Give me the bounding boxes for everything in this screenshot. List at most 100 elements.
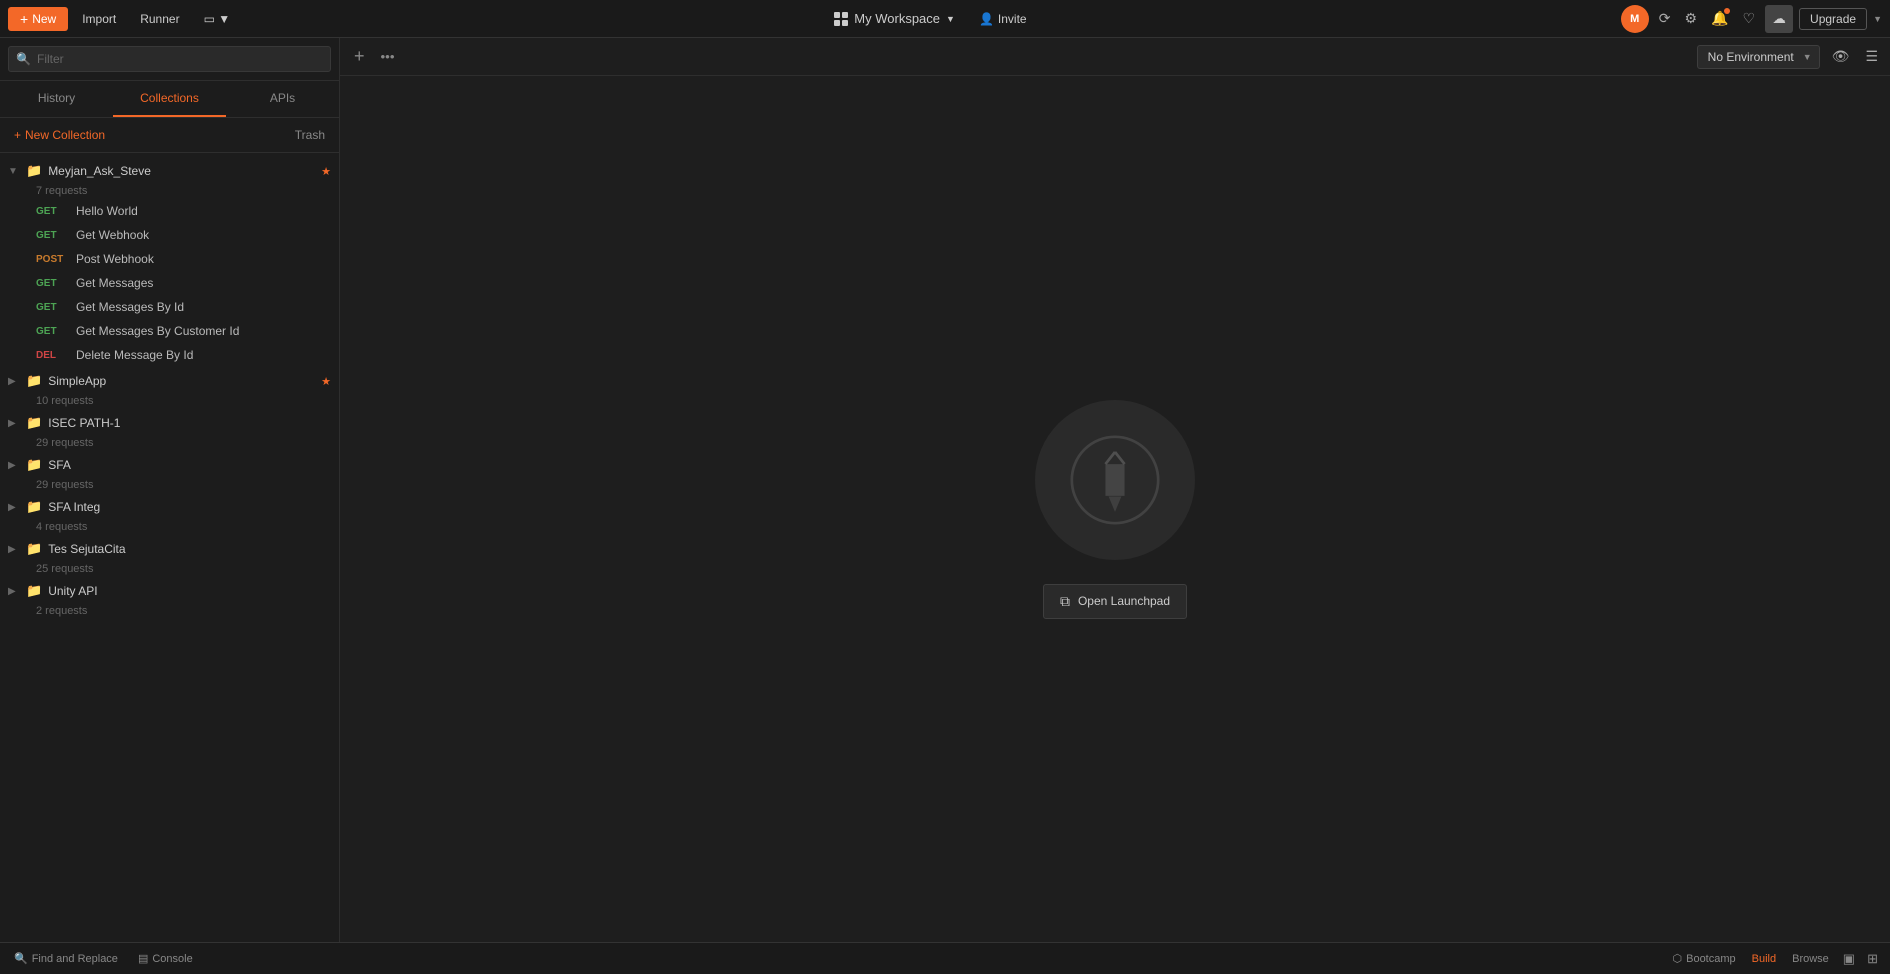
collection-name: Unity API bbox=[48, 584, 331, 598]
sidebar-tabs: History Collections APIs bbox=[0, 81, 339, 118]
folder-icon: 📁 bbox=[26, 373, 42, 389]
layout-icon-button[interactable]: ▣ bbox=[1839, 949, 1859, 969]
list-item[interactable]: GET Get Messages bbox=[0, 271, 339, 295]
browse-button[interactable]: Browse bbox=[1786, 951, 1835, 967]
dots-icon: ••• bbox=[381, 49, 395, 64]
workspace-button[interactable]: My Workspace ▼ bbox=[826, 7, 963, 30]
search-wrapper: 🔍 bbox=[8, 46, 331, 72]
environment-select[interactable]: No Environment bbox=[1697, 45, 1820, 69]
upgrade-button[interactable]: Upgrade bbox=[1799, 8, 1867, 30]
expand-arrow-icon: ▶ bbox=[8, 544, 20, 555]
runner-button[interactable]: Runner bbox=[130, 8, 189, 30]
collection-header-sfa-integ[interactable]: ▶ 📁 SFA Integ bbox=[0, 493, 339, 521]
sync-icon-button[interactable]: ⟳ bbox=[1655, 6, 1675, 31]
bootcamp-button[interactable]: ⬡ Bootcamp bbox=[1667, 950, 1742, 967]
import-button[interactable]: Import bbox=[72, 8, 126, 30]
collection-header-meyjan[interactable]: ▼ 📁 Meyjan_Ask_Steve ★ bbox=[0, 157, 339, 185]
sidebar-icon-button[interactable]: ☰ bbox=[1861, 44, 1882, 69]
star-icon: ★ bbox=[321, 375, 331, 388]
sidebar-actions: + New Collection Trash bbox=[0, 118, 339, 153]
collection-name: SimpleApp bbox=[48, 374, 315, 388]
tab-dots-button[interactable]: ••• bbox=[377, 45, 399, 68]
tab-history[interactable]: History bbox=[0, 81, 113, 117]
list-item: ▶ 📁 SimpleApp ★ 10 requests bbox=[0, 367, 339, 409]
collection-header-tes[interactable]: ▶ 📁 Tes SejutaCita bbox=[0, 535, 339, 563]
open-launchpad-button[interactable]: ⧉ Open Launchpad bbox=[1043, 584, 1187, 619]
new-label: New bbox=[32, 12, 56, 26]
list-item[interactable]: GET Hello World bbox=[0, 199, 339, 223]
plus-icon: + bbox=[20, 11, 28, 27]
chevron-down-icon: ▼ bbox=[946, 14, 955, 24]
empty-state: ⧉ Open Launchpad bbox=[340, 76, 1890, 942]
environment-selector: No Environment bbox=[1697, 45, 1820, 69]
build-button[interactable]: Build bbox=[1746, 951, 1782, 967]
list-item: ▶ 📁 SFA 29 requests bbox=[0, 451, 339, 493]
collection-requests-count: 25 requests bbox=[36, 563, 339, 577]
postman-logo-circle bbox=[1035, 400, 1195, 560]
topbar: + New Import Runner ▭ ▼ My Workspace ▼ 👤… bbox=[0, 0, 1890, 38]
collection-header-simpleapp[interactable]: ▶ 📁 SimpleApp ★ bbox=[0, 367, 339, 395]
method-del-badge: DEL bbox=[36, 350, 68, 361]
upgrade-chevron-icon: ▼ bbox=[1873, 14, 1882, 24]
list-item: ▶ 📁 Unity API 2 requests bbox=[0, 577, 339, 619]
bottom-right: ⬡ Bootcamp Build Browse ▣ ⊞ bbox=[1667, 949, 1883, 969]
collection-requests-count: 29 requests bbox=[36, 437, 339, 451]
new-collection-label: New Collection bbox=[25, 128, 105, 142]
collection-name: ISEC PATH-1 bbox=[48, 416, 331, 430]
method-get-badge: GET bbox=[36, 326, 68, 337]
expand-arrow-icon: ▶ bbox=[8, 502, 20, 513]
request-name: Hello World bbox=[76, 204, 138, 218]
tab-apis[interactable]: APIs bbox=[226, 81, 339, 117]
main-layout: 🔍 History Collections APIs + New Collect… bbox=[0, 38, 1890, 942]
expand-arrow-icon: ▶ bbox=[8, 460, 20, 471]
tab-collections[interactable]: Collections bbox=[113, 81, 226, 117]
folder-icon: 📁 bbox=[26, 583, 42, 599]
collection-name: SFA bbox=[48, 458, 331, 472]
heart-icon-button[interactable]: ♡ bbox=[1738, 6, 1759, 31]
invite-button[interactable]: 👤 Invite bbox=[971, 8, 1035, 30]
layout-button[interactable]: ▭ ▼ bbox=[194, 8, 241, 30]
collection-header-isec[interactable]: ▶ 📁 ISEC PATH-1 bbox=[0, 409, 339, 437]
bottom-bar: 🔍 Find and Replace ▤ Console ⬡ Bootcamp … bbox=[0, 942, 1890, 974]
eye-icon-button[interactable]: 👁 bbox=[1828, 44, 1854, 69]
tab-bar: + ••• No Environment 👁 ☰ bbox=[340, 38, 1890, 76]
bootcamp-icon: ⬡ bbox=[1673, 952, 1683, 965]
method-post-badge: POST bbox=[36, 254, 68, 265]
find-replace-button[interactable]: 🔍 Find and Replace bbox=[8, 950, 124, 967]
settings-icon-button[interactable]: ⚙ bbox=[1680, 6, 1701, 31]
list-item[interactable]: DEL Delete Message By Id bbox=[0, 343, 339, 367]
trash-button[interactable]: Trash bbox=[291, 126, 329, 144]
notifications-icon-button[interactable]: 🔔 bbox=[1707, 6, 1732, 31]
expand-arrow-icon: ▶ bbox=[8, 418, 20, 429]
collection-name: Tes SejutaCita bbox=[48, 542, 331, 556]
launchpad-icon: ⧉ bbox=[1060, 593, 1070, 610]
sidebar: 🔍 History Collections APIs + New Collect… bbox=[0, 38, 340, 942]
person-icon: 👤 bbox=[979, 12, 994, 26]
list-item[interactable]: GET Get Messages By Id bbox=[0, 295, 339, 319]
workspace-label: My Workspace bbox=[854, 11, 940, 26]
list-item: ▶ 📁 Tes SejutaCita 25 requests bbox=[0, 535, 339, 577]
list-item[interactable]: GET Get Webhook bbox=[0, 223, 339, 247]
method-get-badge: GET bbox=[36, 206, 68, 217]
two-columns-icon-button[interactable]: ⊞ bbox=[1863, 949, 1882, 969]
topbar-center: My Workspace ▼ 👤 Invite bbox=[244, 7, 1617, 30]
expand-arrow-icon: ▶ bbox=[8, 376, 20, 387]
console-button[interactable]: ▤ Console bbox=[132, 950, 199, 967]
cloud-icon-button[interactable]: ☁ bbox=[1765, 5, 1793, 33]
folder-icon: 📁 bbox=[26, 499, 42, 515]
collection-header-unity[interactable]: ▶ 📁 Unity API bbox=[0, 577, 339, 605]
list-item[interactable]: POST Post Webhook bbox=[0, 247, 339, 271]
method-get-badge: GET bbox=[36, 302, 68, 313]
new-collection-button[interactable]: + New Collection bbox=[10, 126, 109, 144]
collection-requests-count: 29 requests bbox=[36, 479, 339, 493]
collection-requests-count: 7 requests bbox=[36, 185, 339, 199]
request-name: Get Messages By Customer Id bbox=[76, 324, 239, 338]
collections-list: ▼ 📁 Meyjan_Ask_Steve ★ 7 requests GET He… bbox=[0, 153, 339, 942]
folder-icon: 📁 bbox=[26, 415, 42, 431]
collection-header-sfa[interactable]: ▶ 📁 SFA bbox=[0, 451, 339, 479]
add-tab-button[interactable]: + bbox=[348, 44, 371, 69]
new-button[interactable]: + New bbox=[8, 7, 68, 31]
list-item[interactable]: GET Get Messages By Customer Id bbox=[0, 319, 339, 343]
search-input[interactable] bbox=[8, 46, 331, 72]
plus-new-icon: + bbox=[14, 128, 21, 142]
